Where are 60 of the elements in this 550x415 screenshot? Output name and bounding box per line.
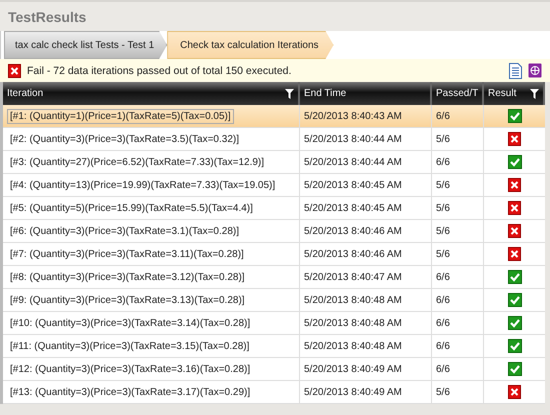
table-cell: 6/6 — [436, 272, 450, 282]
filter-icon[interactable] — [285, 88, 294, 98]
table-row[interactable]: [#9: (Quantity=3)(Price=3)(TaxRate=3.13)(Tax=0.28)] 5/20/2013 8:40:48 AM 6/6 — [3, 289, 545, 312]
table-cell: [#1: (Quantity=1)(Price=1)(TaxRate=5)(Tax=0.05)] — [7, 108, 234, 124]
table-cell: 5/6 — [436, 386, 450, 398]
table-row[interactable]: [#7: (Quantity=3)(Price=3)(TaxRate=3.11)(Tax=0.28)] 5/20/2013 8:40:46 AM 5/6 — [3, 243, 545, 266]
table-row[interactable]: [#8: (Quantity=3)(Price=3)(TaxRate=3.12)(Tax=0.28)] 5/20/2013 8:40:47 AM 6/6 — [3, 266, 545, 289]
breadcrumb-item[interactable]: tax calc check list Tests - Test 1 — [4, 31, 168, 59]
table-cell: 6/6 — [436, 110, 450, 122]
globe-icon[interactable] — [528, 63, 542, 78]
table-cell: 5/20/2013 8:40:49 AM — [304, 386, 402, 398]
summary-text: Fail - 72 data iterations passed out of total 150 executed. — [27, 64, 292, 76]
table-cell: 5/20/2013 8:40:48 AM — [304, 318, 402, 328]
table-cell-text: [#9: (Quantity=3)(Price=3)(TaxRate=3.13)(Tax=0.28)] — [9, 294, 246, 308]
table-cell: 5/20/2013 8:40:44 AM — [304, 156, 402, 168]
table-row[interactable]: [#3: (Quantity=27)(Price=6.52)(TaxRate=7.33)(Tax=12.9)] 5/20/2013 8:40:44 AM 6/6 — [3, 151, 545, 174]
window-title: TestResults — [8, 8, 86, 24]
table-cell: 5/6 — [436, 226, 450, 236]
table-cell-text: [#13: (Quantity=3)(Price=3)(TaxRate=3.17)(Tax=0.29)] — [9, 386, 252, 400]
table-cell-text: [#5: (Quantity=5)(Price=15.99)(TaxRate=5.5)(Tax=4.4)] — [9, 202, 254, 216]
table-cell: 6/6 — [436, 318, 450, 328]
table-cell: 5/6 — [436, 248, 450, 260]
table-cell: 5/20/2013 8:40:44 AM — [304, 134, 402, 144]
table-row[interactable]: [#1: (Quantity=1)(Price=1)(TaxRate=5)(Tax=0.05)] 5/20/2013 8:40:43 AM 6/6 — [3, 105, 545, 128]
table-row[interactable]: [#11: (Quantity=3)(Price=3)(TaxRate=3.15)(Tax=0.28)] 5/20/2013 8:40:48 AM 6/6 — [3, 335, 545, 358]
table-cell: 6/6 — [436, 340, 450, 352]
table-cell: 5/20/2013 8:40:45 AM — [304, 180, 402, 190]
table-cell-text: [#6: (Quantity=3)(Price=3)(TaxRate=3.1)(Tax=0.28)] — [9, 224, 240, 238]
table-cell-text: [#12: (Quantity=3)(Price=3)(TaxRate=3.16)(Tax=0.28)] — [9, 362, 252, 376]
table-cell: 5/6 — [436, 180, 450, 190]
table-row[interactable]: [#10: (Quantity=3)(Price=3)(TaxRate=3.14)(Tax=0.28)] 5/20/2013 8:40:48 AM 6/6 — [3, 312, 545, 335]
table-cell: 6/6 — [436, 156, 450, 168]
breadcrumb-item[interactable]: Check tax calculation Iterations — [167, 31, 334, 59]
table-cell-text: [#8: (Quantity=3)(Price=3)(TaxRate=3.12)(Tax=0.28)] — [9, 270, 246, 284]
table-cell-text: [#2: (Quantity=3)(Price=3)(TaxRate=3.5)(Tax=0.32)] — [9, 132, 240, 146]
table-cell: 5/20/2013 8:40:45 AM — [304, 202, 402, 214]
table-cell: 5/6 — [436, 202, 450, 214]
table-cell-text: [#11: (Quantity=3)(Price=3)(TaxRate=3.15)(Tax=0.28)] — [9, 340, 250, 354]
table-row[interactable]: [#12: (Quantity=3)(Price=3)(TaxRate=3.16)(Tax=0.28)] 5/20/2013 8:40:49 AM 6/6 — [3, 358, 545, 381]
table-cell: 5/20/2013 8:40:47 AM — [304, 272, 402, 282]
table-row[interactable]: [#6: (Quantity=3)(Price=3)(TaxRate=3.1)(Tax=0.28)] 5/20/2013 8:40:46 AM 5/6 — [3, 220, 545, 243]
filter-icon[interactable] — [530, 88, 539, 98]
table-row[interactable]: [#4: (Quantity=13)(Price=19.99)(TaxRate=7.33)(Tax=19.05)] 5/20/2013 8:40:45 AM 5/6 — [3, 174, 545, 197]
table-cell-text: [#4: (Quantity=13)(Price=19.99)(TaxRate=7.33)(Tax=19.05)] — [9, 178, 276, 192]
document-icon[interactable] — [509, 62, 522, 78]
table-cell: 5/20/2013 8:40:49 AM — [304, 364, 402, 374]
table-row[interactable]: [#5: (Quantity=5)(Price=15.99)(TaxRate=5.5)(Tax=4.4)] 5/20/2013 8:40:45 AM 5/6 — [3, 197, 545, 220]
table-cell: 6/6 — [436, 294, 450, 306]
table-cell: 5/20/2013 8:40:43 AM — [304, 110, 402, 122]
table-row[interactable]: [#2: (Quantity=3)(Price=3)(TaxRate=3.5)(Tax=0.32)] 5/20/2013 8:40:44 AM 5/6 — [3, 128, 545, 151]
table-cell: 5/20/2013 8:40:46 AM — [304, 248, 402, 260]
table-cell: 5/20/2013 8:40:46 AM — [304, 226, 402, 236]
table-cell: 5/20/2013 8:40:48 AM — [304, 294, 402, 306]
table-row[interactable]: [#13: (Quantity=3)(Price=3)(TaxRate=3.17)(Tax=0.29)] 5/20/2013 8:40:49 AM 5/6 — [3, 381, 545, 404]
table-cell: 5/20/2013 8:40:48 AM — [304, 340, 402, 352]
table-cell: 6/6 — [436, 364, 450, 374]
table-cell: 5/6 — [436, 134, 450, 144]
table-cell-text: [#10: (Quantity=3)(Price=3)(TaxRate=3.14)(Tax=0.28)] — [9, 316, 252, 330]
table-cell-text: [#3: (Quantity=27)(Price=6.52)(TaxRate=7.33)(Tax=12.9)] — [9, 156, 266, 170]
table-cell-text: [#7: (Quantity=3)(Price=3)(TaxRate=3.11)(Tax=0.28)] — [9, 248, 245, 262]
